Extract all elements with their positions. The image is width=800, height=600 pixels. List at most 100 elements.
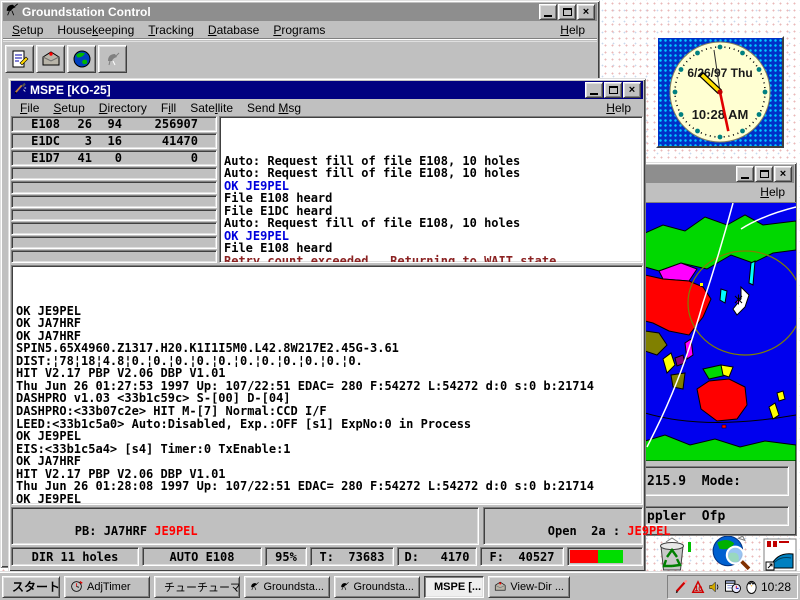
minimize-button[interactable] bbox=[585, 82, 603, 98]
file-row[interactable] bbox=[11, 167, 217, 180]
file-col1: 26 bbox=[60, 117, 92, 131]
groundstation-menubar: SetupHousekeepingTrackingDatabaseProgram… bbox=[3, 21, 597, 38]
taskbar-button-mspe[interactable]: MSPE [... bbox=[424, 576, 484, 598]
taskbar-button-groundstation-2[interactable]: Groundsta... bbox=[334, 576, 420, 598]
status-auto: AUTO E108 bbox=[142, 547, 262, 566]
file-row[interactable] bbox=[11, 236, 217, 249]
menu-item-help[interactable]: Help bbox=[753, 184, 792, 200]
clock-time: 10:28 AM bbox=[692, 107, 749, 122]
mspe-titlebar[interactable]: MSPE [KO-25] × bbox=[11, 81, 643, 99]
file-col2: 0 bbox=[92, 151, 122, 165]
menu-item[interactable]: Setup bbox=[46, 100, 91, 116]
menu-item-help[interactable]: Help bbox=[599, 100, 638, 116]
maximize-button[interactable] bbox=[755, 166, 773, 182]
file-col1: 41 bbox=[60, 151, 92, 165]
internet-globe-icon[interactable] bbox=[702, 534, 758, 577]
menu-item[interactable]: Programs bbox=[266, 22, 332, 38]
file-list: E108 26 94 256907 E1DC 3 16 41470 E1D7 bbox=[11, 116, 217, 263]
mspe-window: MSPE [KO-25] × FileSetupDirectoryFillSat… bbox=[8, 78, 646, 572]
tracking-map bbox=[644, 202, 796, 461]
menu-item[interactable]: Database bbox=[201, 22, 266, 38]
taskbar-button-viewdir[interactable]: View-Dir ... bbox=[488, 576, 570, 598]
satellite-dish-icon bbox=[250, 580, 259, 593]
start-button[interactable]: スタート bbox=[2, 576, 60, 598]
menu-item-help[interactable]: Help bbox=[553, 22, 592, 38]
file-row[interactable] bbox=[11, 209, 217, 222]
tray-clock[interactable]: 10:28 bbox=[761, 580, 791, 594]
maximize-button[interactable] bbox=[558, 4, 576, 20]
log-line: File E108 heard bbox=[224, 192, 638, 205]
progress-green-segment bbox=[598, 550, 623, 563]
globe-button[interactable] bbox=[67, 45, 96, 73]
satellite-dish-icon bbox=[5, 3, 19, 21]
menu-item[interactable]: Satellite bbox=[183, 100, 240, 116]
menu-item[interactable]: Send Msg bbox=[240, 100, 308, 116]
atok-icon[interactable]: 10 bbox=[691, 580, 705, 594]
tracking-readout-doppler: ppler Ofp bbox=[634, 506, 789, 526]
log-line: Retry count exceeded. Returning to WAIT … bbox=[224, 255, 638, 263]
groundstation-toolbar bbox=[3, 41, 597, 76]
file-row[interactable]: E1D7 41 0 0 bbox=[11, 150, 217, 166]
groundstation-titlebar[interactable]: Groundstation Control × bbox=[3, 3, 597, 21]
log-line: Auto: Request fill of file E108, 10 hole… bbox=[224, 167, 638, 180]
menu-item[interactable]: Directory bbox=[92, 100, 154, 116]
calendar-clock-icon[interactable] bbox=[724, 579, 742, 594]
groundstation-title: Groundstation Control bbox=[22, 5, 536, 19]
mail-dir-button[interactable] bbox=[36, 45, 65, 73]
disabled-dish-icon bbox=[103, 49, 123, 69]
edit-form-button[interactable] bbox=[5, 45, 34, 73]
satellite-dish-icon bbox=[340, 580, 349, 593]
taskbar: スタート AdjTimer チューチューマ... Groundsta... Gr… bbox=[0, 572, 800, 600]
terminal-line: OK JE9PEL bbox=[16, 430, 638, 443]
volume-icon[interactable] bbox=[708, 580, 721, 594]
clock-date: 6/26/97 Thu bbox=[687, 66, 752, 80]
status-f: F: 40527 bbox=[480, 547, 564, 566]
menu-item[interactable]: Fill bbox=[154, 100, 183, 116]
pen-icon[interactable] bbox=[674, 580, 688, 594]
close-button[interactable]: × bbox=[623, 82, 641, 98]
menu-item[interactable]: Housekeeping bbox=[50, 22, 141, 38]
taskbar-button-adjtimer[interactable]: AdjTimer bbox=[64, 576, 150, 598]
menu-item[interactable]: Tracking bbox=[141, 22, 201, 38]
recycle-bin-icon[interactable] bbox=[648, 536, 696, 577]
open-status-box: Open 2a : JE9PEL bbox=[483, 507, 643, 545]
minimize-button[interactable] bbox=[539, 4, 557, 20]
terminal-line: OK JA7HRF bbox=[16, 317, 638, 330]
taskbar-button-chuchu[interactable]: チューチューマ... bbox=[154, 576, 240, 598]
start-label: スタート bbox=[12, 578, 60, 595]
menu-item[interactable]: File bbox=[13, 100, 46, 116]
pb-status-box: PB: JA7HRF JE9PEL bbox=[11, 507, 479, 545]
file-col3: 0 bbox=[122, 151, 198, 165]
minimize-button[interactable] bbox=[736, 166, 754, 182]
menu-item[interactable]: Setup bbox=[5, 22, 50, 38]
event-log: Auto: Request fill of file E108, 10 hole… bbox=[219, 116, 643, 263]
file-row[interactable] bbox=[11, 195, 217, 208]
status-percent: 95% bbox=[265, 547, 307, 566]
status-dir: DIR 11 holes bbox=[11, 547, 139, 566]
maximize-button[interactable] bbox=[604, 82, 622, 98]
file-row[interactable] bbox=[11, 222, 217, 235]
file-row[interactable]: E1DC 3 16 41470 bbox=[11, 133, 217, 149]
mspe-statusbar: DIR 11 holes AUTO E108 95% T: 73683 D: 4… bbox=[11, 547, 643, 566]
penguin-icon[interactable] bbox=[745, 579, 758, 594]
file-col3: 41470 bbox=[122, 134, 198, 148]
file-name: E1DC bbox=[12, 134, 60, 148]
taskbar-button-groundstation-1[interactable]: Groundsta... bbox=[244, 576, 330, 598]
system-tray: 10 10:28 bbox=[667, 575, 798, 599]
terminal-line: Thu Jun 26 01:28:08 1997 Up: 107/22:51 E… bbox=[16, 480, 638, 493]
file-row[interactable] bbox=[11, 181, 217, 194]
file-row[interactable] bbox=[11, 250, 217, 263]
timer-icon bbox=[70, 580, 83, 593]
desktop: Groundstation Control × SetupHousekeepin… bbox=[0, 0, 800, 600]
close-button[interactable]: × bbox=[774, 166, 792, 182]
clock-widget: 6/26/97 Thu 10:28 AM bbox=[656, 36, 784, 148]
file-col1: 3 bbox=[60, 134, 92, 148]
terminal-output: OK JE9PELOK JA7HRFOK JA7HRFSPIN5.65X4960… bbox=[11, 265, 643, 505]
file-row[interactable]: E108 26 94 256907 bbox=[11, 116, 217, 132]
tracking-readout-mode: 215.9 Mode: bbox=[634, 466, 789, 496]
close-button[interactable]: × bbox=[577, 4, 595, 20]
pb-row: PB: JA7HRF JE9PEL Open 2a : JE9PEL bbox=[11, 507, 643, 545]
file-name: E108 bbox=[12, 117, 60, 131]
open-label: Open 2a : bbox=[548, 524, 627, 538]
terminal-line: EIS:<33b1c5a4> [s4] Timer:0 TxEnable:1 bbox=[16, 443, 638, 456]
